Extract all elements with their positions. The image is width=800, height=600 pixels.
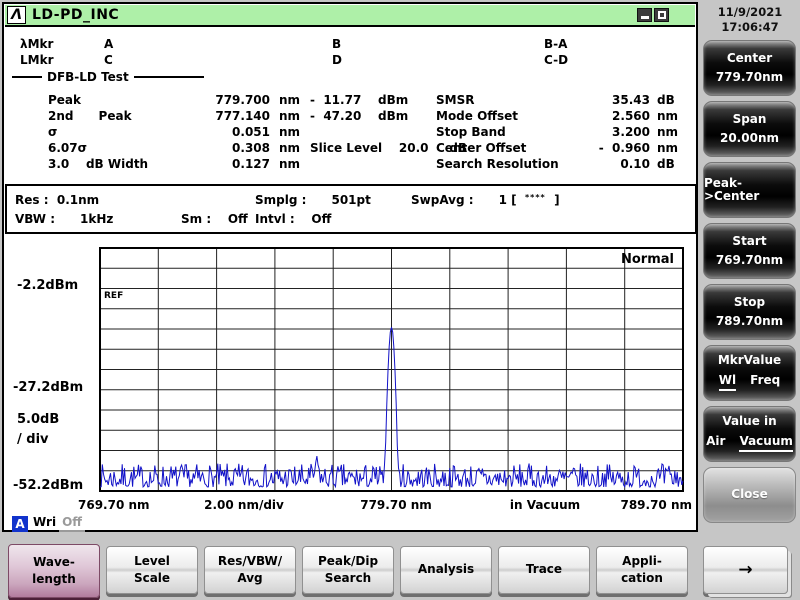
x-axis-stop-label: 789.70 nm: [620, 498, 692, 512]
softkey-title: MkrValue: [718, 354, 781, 367]
sweep-settings-box: Res : 0.1nm Smplg : 501pt SwpAvg : 1 [ *…: [5, 184, 697, 234]
y-axis-mid-level-label: -27.2dBm: [13, 380, 83, 395]
y-axis-bottom-level-label: -52.2dBm: [13, 478, 83, 493]
result-row-search-resolution: Search Resolution0.10dB: [436, 156, 675, 172]
y-axis-ref-level-label: -2.2dBm: [17, 278, 78, 293]
result-row-center-offset: Center Offset- 0.960nm: [436, 140, 678, 156]
result-row-peak: Peak779.700nm- 11.77 dBm: [48, 92, 408, 108]
x-axis-start-label: 769.70 nm: [78, 498, 150, 512]
softkey-close[interactable]: Close: [703, 467, 796, 523]
trace-off-mode[interactable]: Off: [59, 515, 85, 532]
level-marker-label: LMkr: [20, 53, 54, 67]
maximize-button[interactable]: [654, 8, 669, 22]
spectrum-plot[interactable]: REF Normal: [99, 247, 684, 494]
marker-d: D: [332, 53, 342, 67]
option-vacuum[interactable]: Vacuum: [739, 434, 792, 452]
main-content-area: Λ LD-PD_INC λMkr A B B-A LMkr C D C-D DF…: [2, 2, 698, 532]
option-wl[interactable]: Wl: [719, 373, 736, 391]
result-row-mode-offset: Mode Offset2.560nm: [436, 108, 678, 124]
menu-level-scale[interactable]: LevelScale: [106, 546, 198, 594]
menu-wave-length[interactable]: Wave-length: [8, 544, 100, 598]
window-titlebar: Λ LD-PD_INC: [5, 5, 695, 27]
brand-logo-icon: Λ: [7, 6, 26, 24]
ref-level-label: REF: [104, 291, 123, 301]
wavelength-marker-label: λMkr: [20, 37, 53, 51]
time-display: 17:06:47: [700, 20, 800, 35]
softkey-mkrvalue[interactable]: MkrValue Wl Freq: [703, 345, 796, 401]
active-trace-badge: A: [12, 516, 28, 532]
resolution-setting: Res : 0.1nm: [15, 193, 99, 207]
plot-grid: [100, 248, 683, 491]
x-axis-scale-label: 2.00 nm/div: [204, 498, 284, 512]
sweep-average-progress: ****: [525, 193, 546, 202]
x-axis-medium-label: in Vacuum: [510, 498, 580, 512]
result-row-3-0-db-width: 3.0 dB Width0.127nm: [48, 156, 310, 172]
function-menu-bar: Wave-lengthLevelScaleRes/VBW/AvgPeak/Dip…: [0, 540, 800, 600]
spectrum-chart-svg: REF Normal: [99, 247, 684, 494]
softkey-center[interactable]: Center779.70nm: [703, 40, 796, 96]
softkey-peak-center[interactable]: Peak->Center: [703, 162, 796, 218]
date-display: 11/9/2021: [700, 5, 800, 20]
analysis-section-header: DFB-LD Test: [12, 70, 412, 84]
softkey-start[interactable]: Start769.70nm: [703, 223, 796, 279]
option-freq[interactable]: Freq: [750, 373, 780, 391]
softkey-panel: 11/9/2021 17:06:47 Center779.70nmSpan20.…: [700, 0, 800, 540]
menu-trace[interactable]: Trace: [498, 546, 590, 594]
menu-peak-dip-search[interactable]: Peak/DipSearch: [302, 546, 394, 594]
menu-more-button[interactable]: →: [703, 546, 788, 594]
sweep-average-setting: SwpAvg : 1 [ **** ]: [411, 193, 560, 207]
trace-write-mode[interactable]: Wri: [28, 515, 59, 532]
menu-analysis[interactable]: Analysis: [400, 546, 492, 594]
trace-status[interactable]: A Wri Off: [12, 515, 85, 532]
softkey-title: Value in: [722, 415, 776, 428]
interval-setting: Intvl : Off: [255, 212, 331, 226]
y-axis-scale-label-2: / div: [17, 432, 49, 447]
marker-b: B: [332, 37, 341, 51]
minimize-button[interactable]: [637, 8, 652, 22]
result-row-smsr: SMSR35.43dB: [436, 92, 675, 108]
analysis-section-title: DFB-LD Test: [42, 70, 134, 84]
smoothing-setting: Sm : Off: [181, 212, 248, 226]
result-row-6-07: 6.07σ0.308nmSlice Level 20.0 dB: [48, 140, 467, 156]
softkey-value-in[interactable]: Value in Air Vacuum: [703, 406, 796, 462]
minimize-icon: [641, 16, 649, 19]
option-air[interactable]: Air: [706, 434, 725, 452]
menu-appli-cation[interactable]: Appli-cation: [596, 546, 688, 594]
softkey-stop[interactable]: Stop789.70nm: [703, 284, 796, 340]
result-row-stop-band: Stop Band3.200nm: [436, 124, 678, 140]
marker-a: A: [104, 37, 113, 51]
sweep-mode-label: Normal: [621, 252, 674, 267]
vbw-setting: VBW : 1kHz: [15, 212, 113, 226]
result-row-2nd-peak: 2nd Peak777.140nm- 47.20 dBm: [48, 108, 408, 124]
datetime-display: 11/9/2021 17:06:47: [700, 0, 800, 35]
maximize-icon: [658, 11, 666, 19]
softkey-span[interactable]: Span20.00nm: [703, 101, 796, 157]
marker-c-d: C-D: [544, 53, 568, 67]
menu-res-vbw-avg[interactable]: Res/VBW/Avg: [204, 546, 296, 594]
x-axis-center-label: 779.70 nm: [360, 498, 432, 512]
sampling-setting: Smplg : 501pt: [255, 193, 371, 207]
result-row-: σ0.051nm: [48, 124, 310, 140]
y-axis-scale-label: 5.0dB: [17, 412, 59, 427]
window-title: LD-PD_INC: [32, 7, 637, 23]
marker-b-a: B-A: [544, 37, 567, 51]
marker-c: C: [104, 53, 113, 67]
